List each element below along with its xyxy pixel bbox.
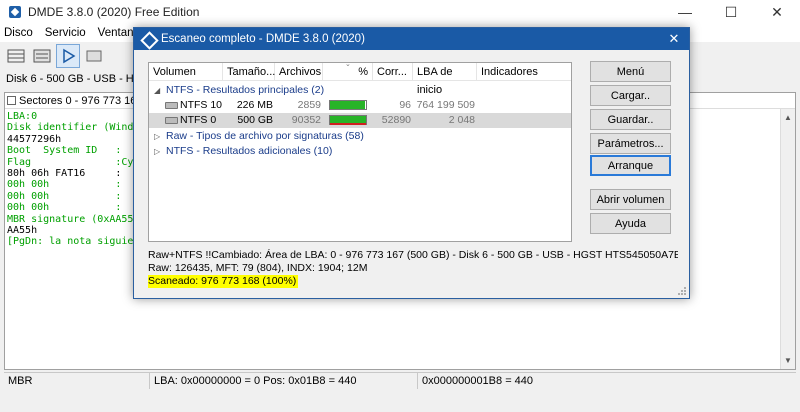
dialog-close-button[interactable]: ✕	[659, 28, 689, 50]
volume-name: NTFS 10	[180, 99, 223, 111]
dialog-title: Escaneo completo - DMDE 3.8.0 (2020)	[161, 33, 365, 45]
group-label: NTFS - Resultados principales (2)	[166, 84, 325, 96]
collapsed-triangle-icon[interactable]: ▷	[154, 129, 160, 144]
sort-indicator-icon: ⌄	[345, 61, 351, 68]
col-tamano[interactable]: Tamaño...	[223, 63, 275, 81]
group-label: NTFS - Resultados adicionales (10)	[166, 145, 333, 157]
dmde-app-icon	[8, 5, 22, 19]
tree-group-raw[interactable]: ▷ Raw - Tipos de archivo por signaturas …	[149, 129, 571, 144]
window-title: DMDE 3.8.0 (2020) Free Edition	[28, 5, 200, 19]
scroll-up-icon[interactable]: ▲	[784, 113, 792, 122]
volume-row[interactable]: NTFS 10 226 MB 2859 96 764 199 509	[149, 98, 571, 113]
col-indicadores[interactable]: Indicadores	[477, 63, 571, 81]
scanned-status: Scaneado: 976 773 168 (100%)	[148, 275, 299, 288]
start-button[interactable]: Arranque	[590, 155, 671, 176]
resize-grip-icon[interactable]	[677, 286, 687, 296]
info-line-2: Raw: 126435, MFT: 79 (804), INDX: 1904; …	[148, 262, 368, 274]
info-line-1: Raw+NTFS !!Cambiado: Área de LBA: 0 - 97…	[148, 249, 678, 261]
volume-row-selected[interactable]: NTFS 0 500 GB 90352 52890 2 048	[149, 113, 571, 128]
dmde-dialog-icon	[141, 32, 155, 46]
load-button[interactable]: Cargar..	[590, 85, 671, 106]
menu-button[interactable]: Menú	[590, 61, 671, 82]
drive-icon	[165, 102, 178, 109]
statusbar: MBR LBA: 0x00000000 = 0 Pos: 0x01B8 = 44…	[4, 372, 796, 389]
status-lba: LBA: 0x00000000 = 0 Pos: 0x01B8 = 440	[150, 372, 418, 389]
progress-error-marker	[330, 123, 366, 125]
minimize-button[interactable]: —	[662, 0, 708, 24]
col-corr[interactable]: Corr...	[373, 63, 413, 81]
results-tree[interactable]: Volumen Tamaño... Archivos % Corr... LBA…	[148, 61, 572, 242]
expanded-triangle-icon[interactable]: ◢	[154, 83, 160, 98]
volume-corr: 52890	[381, 114, 411, 126]
results-header: Volumen Tamaño... Archivos % Corr... LBA…	[149, 61, 571, 96]
dialog-titlebar: Escaneo completo - DMDE 3.8.0 (2020) ✕	[134, 28, 689, 50]
tree-group-ntfs-main[interactable]: ◢ NTFS - Resultados principales (2)	[149, 83, 571, 98]
progress-bar	[329, 100, 367, 110]
volume-files: 2859	[297, 99, 321, 111]
view-panel-icon[interactable]	[4, 44, 28, 68]
col-volumen[interactable]: Volumen	[149, 63, 223, 81]
play-icon[interactable]	[56, 44, 80, 68]
volume-files: 90352	[291, 114, 321, 126]
close-button[interactable]: ✕	[754, 0, 800, 24]
scroll-down-icon[interactable]: ▼	[784, 356, 792, 365]
help-button[interactable]: Ayuda	[590, 213, 671, 234]
vertical-scrollbar[interactable]: ▲ ▼	[780, 109, 795, 369]
collapsed-triangle-icon[interactable]: ▷	[154, 144, 160, 159]
group-label: Raw - Tipos de archivo por signaturas (5…	[166, 130, 364, 142]
parameters-button[interactable]: Parámetros...	[590, 133, 671, 154]
save-button[interactable]: Guardar..	[590, 109, 671, 130]
volume-corr: 96	[399, 99, 411, 111]
maximize-button[interactable]: ☐	[708, 0, 754, 24]
sector-range: Sectores 0 - 976 773 167 -	[19, 94, 150, 107]
window-controls: — ☐ ✕	[662, 0, 800, 24]
main-titlebar: DMDE 3.8.0 (2020) Free Edition — ☐ ✕	[0, 0, 800, 24]
tool-icon[interactable]	[82, 44, 106, 68]
volume-size: 226 MB	[236, 99, 273, 111]
volume-lba: 2 048	[448, 114, 475, 126]
list-view-icon[interactable]	[30, 44, 54, 68]
progress-bar	[329, 115, 367, 125]
scan-info: Raw+NTFS !!Cambiado: Área de LBA: 0 - 97…	[148, 249, 678, 288]
tree-group-ntfs-additional[interactable]: ▷ NTFS - Resultados adicionales (10)	[149, 144, 571, 159]
volume-lba: 764 199 509	[416, 99, 475, 111]
status-mode: MBR	[4, 372, 150, 389]
full-scan-dialog: Escaneo completo - DMDE 3.8.0 (2020) ✕ V…	[133, 27, 690, 299]
col-archivos[interactable]: Archivos	[275, 63, 323, 81]
volume-name: NTFS 0	[180, 114, 217, 126]
menu-servicio[interactable]: Servicio	[45, 27, 86, 39]
menu-disco[interactable]: Disco	[4, 27, 33, 39]
volume-size: 500 GB	[237, 114, 273, 126]
col-lba-inicio[interactable]: LBA de inicio	[413, 63, 477, 96]
progress-fill	[330, 101, 365, 109]
open-volume-button[interactable]: Abrir volumen	[590, 189, 671, 210]
status-offset: 0x000000001B8 = 440	[422, 374, 534, 387]
panel-toggle-icon[interactable]	[7, 96, 16, 105]
drive-icon	[165, 117, 178, 124]
